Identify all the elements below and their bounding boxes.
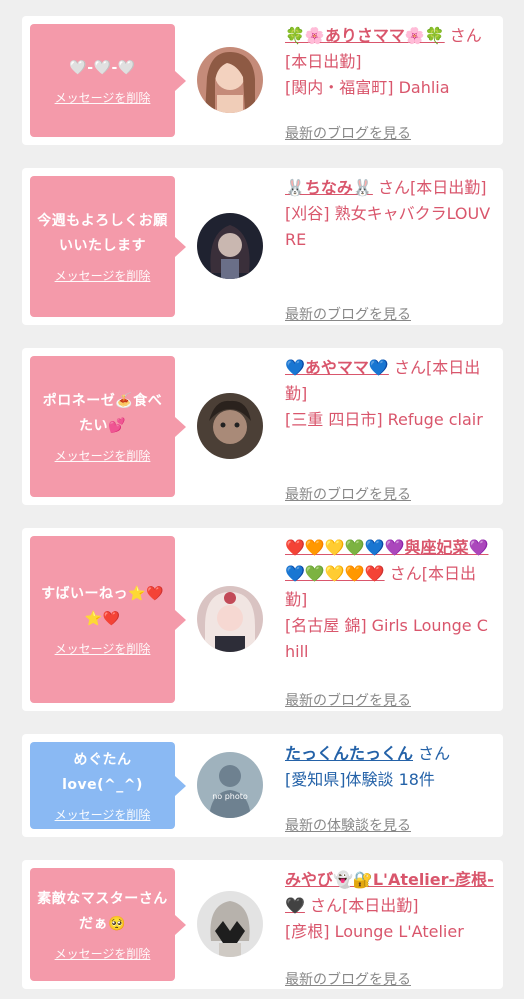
latest-review-link[interactable]: 最新の体験談を見る: [285, 813, 411, 839]
delete-message-link[interactable]: メッセージを削除: [55, 90, 151, 106]
store-label: [関内・福富町] Dahlia: [285, 78, 450, 97]
delete-message-link[interactable]: メッセージを削除: [55, 807, 151, 823]
entry-card: 🤍-🤍-🤍 メッセージを削除 🍀🌸ありさママ🌸🍀 さん[本日出勤] [関内・福富…: [22, 16, 503, 145]
avatar[interactable]: [197, 213, 263, 279]
cast-name-link[interactable]: 🍀🌸ありさママ🌸🍀: [285, 26, 445, 45]
honorific: さん: [413, 744, 451, 763]
no-photo-text: no photo: [212, 792, 248, 801]
cast-name-link[interactable]: 💙あやママ💙: [285, 358, 389, 377]
store-label: [彦根] Lounge L'Atelier: [285, 922, 464, 941]
delete-message-link[interactable]: メッセージを削除: [55, 641, 151, 657]
message-text: めぐたんlove(^_^): [62, 752, 143, 793]
message-bubble: 素敵なマスターさんだぁ🥺 メッセージを削除: [30, 868, 186, 981]
avatar[interactable]: [197, 393, 263, 459]
message-text: 素敵なマスターさんだぁ🥺: [37, 891, 168, 932]
latest-blog-link[interactable]: 最新のブログを見る: [285, 302, 411, 328]
cast-info: たっくんたっくん さん [愛知県]体験談 18件 最新の体験談を見る: [285, 741, 498, 834]
message-bubble: めぐたんlove(^_^) メッセージを削除: [30, 742, 186, 829]
avatar[interactable]: [197, 586, 263, 652]
cast-name-link[interactable]: 🐰ちなみ🐰: [285, 178, 373, 197]
message-text: すばいーねっ⭐️❤️⭐️❤️: [41, 586, 164, 627]
entry-card: ポロネーゼ🍝食べたい💕 メッセージを削除 💙あやママ💙 さん[本日出勤] [三重…: [22, 348, 503, 505]
avatar[interactable]: [197, 891, 263, 957]
avatar[interactable]: [197, 47, 263, 113]
cast-info: みやび👻🔐L'Atelier-彦根-🖤 さん[本日出勤] [彦根] Lounge…: [285, 867, 498, 988]
message-bubble: ポロネーゼ🍝食べたい💕 メッセージを削除: [30, 356, 186, 497]
reviewer-name-link[interactable]: たっくんたっくん: [285, 744, 413, 763]
message-bubble: 🤍-🤍-🤍 メッセージを削除: [30, 24, 186, 137]
entry-card: すばいーねっ⭐️❤️⭐️❤️ メッセージを削除 ❤️🧡💛💚💙💜與座妃菜💜💙💚💛🧡…: [22, 528, 503, 711]
cast-info: ❤️🧡💛💚💙💜與座妃菜💜💙💚💛🧡❤️ さん[本日出勤] [名古屋 錦] Girl…: [285, 535, 498, 709]
message-text: 今週もよろしくお願いいたします: [37, 213, 168, 254]
cast-info: 🍀🌸ありさママ🌸🍀 さん[本日出勤] [関内・福富町] Dahlia 最新のブロ…: [285, 23, 498, 142]
message-bubble: 今週もよろしくお願いいたします メッセージを削除: [30, 176, 186, 317]
delete-message-link[interactable]: メッセージを削除: [55, 268, 151, 284]
delete-message-link[interactable]: メッセージを削除: [55, 448, 151, 464]
latest-blog-link[interactable]: 最新のブログを見る: [285, 967, 411, 993]
message-text: ポロネーゼ🍝食べたい💕: [42, 393, 163, 434]
latest-blog-link[interactable]: 最新のブログを見る: [285, 482, 411, 508]
entry-card: めぐたんlove(^_^) メッセージを削除 no photo たっくんたっくん…: [22, 734, 503, 837]
message-text: 🤍-🤍-🤍: [69, 59, 136, 76]
honorific-status: さん[本日出勤]: [304, 896, 419, 915]
store-label: [三重 四日市] Refuge clair: [285, 410, 483, 429]
latest-blog-link[interactable]: 最新のブログを見る: [285, 688, 411, 714]
honorific-status: さん[本日出勤]: [372, 178, 487, 197]
latest-blog-link[interactable]: 最新のブログを見る: [285, 121, 411, 147]
cast-info: 🐰ちなみ🐰 さん[本日出勤] [刈谷] 熟女キャバクラLOUVRE 最新のブログ…: [285, 175, 498, 323]
store-label: [名古屋 錦] Girls Lounge Chill: [285, 616, 488, 661]
store-label: [刈谷] 熟女キャバクラLOUVRE: [285, 204, 491, 249]
cast-info: 💙あやママ💙 さん[本日出勤] [三重 四日市] Refuge clair 最新…: [285, 355, 498, 503]
delete-message-link[interactable]: メッセージを削除: [55, 946, 151, 962]
entry-card: 素敵なマスターさんだぁ🥺 メッセージを削除 みやび👻🔐L'Atelier-彦根-…: [22, 860, 503, 989]
message-bubble: すばいーねっ⭐️❤️⭐️❤️ メッセージを削除: [30, 536, 186, 703]
entry-card: 今週もよろしくお願いいたします メッセージを削除 🐰ちなみ🐰 さん[本日出勤] …: [22, 168, 503, 325]
review-count-label: [愛知県]体験談 18件: [285, 770, 435, 789]
avatar[interactable]: no photo: [197, 752, 263, 818]
